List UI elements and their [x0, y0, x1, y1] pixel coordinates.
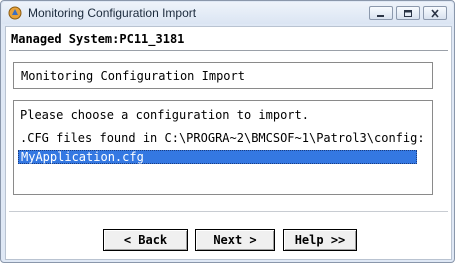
managed-system-label: Managed System:PC11_3181: [11, 32, 185, 46]
divider: [9, 211, 448, 212]
divider: [9, 50, 448, 51]
app-icon: [8, 6, 22, 20]
file-selection-panel: Please choose a configuration to import.…: [13, 100, 433, 195]
minimize-button[interactable]: [369, 6, 393, 20]
restore-icon: [404, 10, 412, 17]
close-button[interactable]: [423, 6, 447, 20]
dialog-window: Monitoring Configuration Import Managed …: [0, 0, 455, 263]
back-button[interactable]: < Back: [103, 229, 188, 251]
close-icon: [431, 9, 439, 18]
window-title: Monitoring Configuration Import: [28, 6, 197, 20]
file-list-item-selected[interactable]: MyApplication.cfg: [18, 150, 417, 164]
next-button[interactable]: Next >: [195, 229, 275, 251]
section-title: Monitoring Configuration Import: [21, 69, 245, 83]
help-button[interactable]: Help >>: [283, 229, 357, 251]
dialog-body: Managed System:PC11_3181 Monitoring Conf…: [5, 26, 452, 260]
path-label: .CFG files found in C:\PROGRA~2\BMCSOF~1…: [20, 131, 425, 145]
section-header-box: Monitoring Configuration Import: [13, 62, 433, 89]
file-name: MyApplication.cfg: [21, 150, 144, 164]
instruction-text: Please choose a configuration to import.: [20, 108, 309, 122]
restore-button[interactable]: [396, 6, 420, 20]
title-bar[interactable]: Monitoring Configuration Import: [2, 2, 453, 24]
minimize-icon: [377, 15, 384, 17]
